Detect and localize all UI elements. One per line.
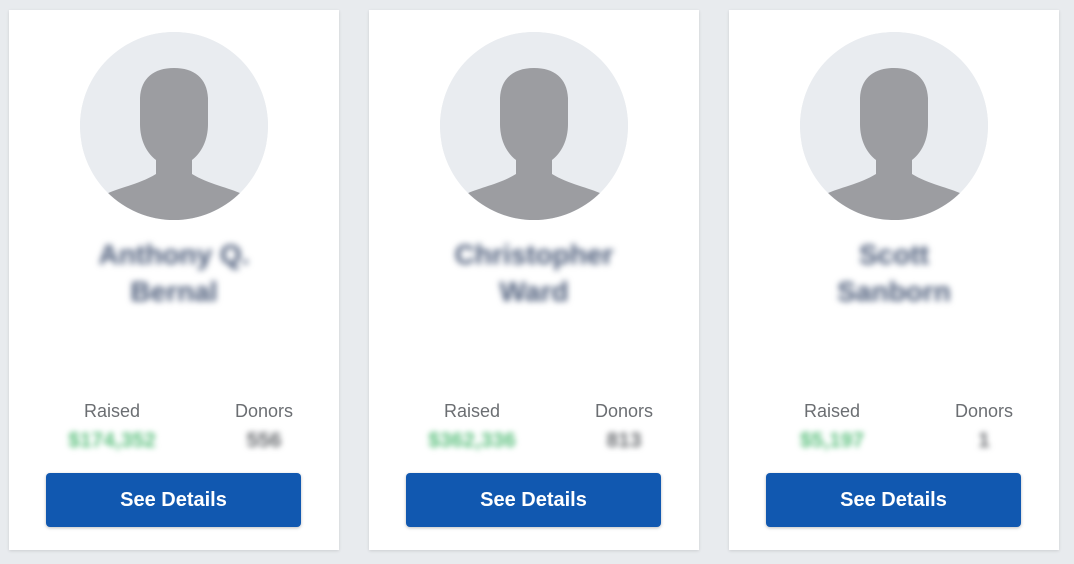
fundraiser-name-line2: Sanborn (837, 276, 951, 307)
raised-label: Raised (443, 401, 501, 421)
donors-label: Donors (234, 401, 294, 421)
donors-value: 556 (246, 429, 282, 452)
raised-value: $174,352 (68, 429, 156, 452)
see-details-button[interactable]: See Details (406, 473, 661, 527)
fundraiser-name: Scott Sanborn (749, 236, 1039, 310)
fundraiser-card: Scott Sanborn Raised Donors $5,197 1 See… (729, 10, 1059, 550)
fundraiser-name: Anthony Q. Bernal (29, 236, 319, 310)
fundraiser-name-line1: Scott (859, 239, 929, 270)
user-silhouette-icon (80, 32, 268, 220)
raised-value: $5,197 (799, 429, 865, 452)
raised-value: $362,336 (428, 429, 516, 452)
fundraiser-name-line1: Christopher (454, 239, 614, 270)
raised-label: Raised (803, 401, 861, 421)
avatar (80, 32, 268, 220)
fundraiser-card: Christopher Ward Raised Donors $362,336 … (369, 10, 699, 550)
fundraiser-card: Anthony Q. Bernal Raised Donors $174,352… (9, 10, 339, 550)
donors-label: Donors (954, 401, 1014, 421)
fundraiser-name-line1: Anthony Q. (98, 239, 250, 270)
avatar (800, 32, 988, 220)
donors-value: 1 (978, 429, 990, 452)
user-silhouette-icon (440, 32, 628, 220)
donors-label: Donors (594, 401, 654, 421)
raised-label: Raised (83, 401, 141, 421)
see-details-button[interactable]: See Details (46, 473, 301, 527)
fundraiser-name-line2: Ward (499, 276, 569, 307)
see-details-button[interactable]: See Details (766, 473, 1021, 527)
fundraiser-name: Christopher Ward (389, 236, 679, 310)
user-silhouette-icon (800, 32, 988, 220)
avatar (440, 32, 628, 220)
fundraiser-name-line2: Bernal (130, 276, 218, 307)
donors-value: 813 (606, 429, 642, 452)
